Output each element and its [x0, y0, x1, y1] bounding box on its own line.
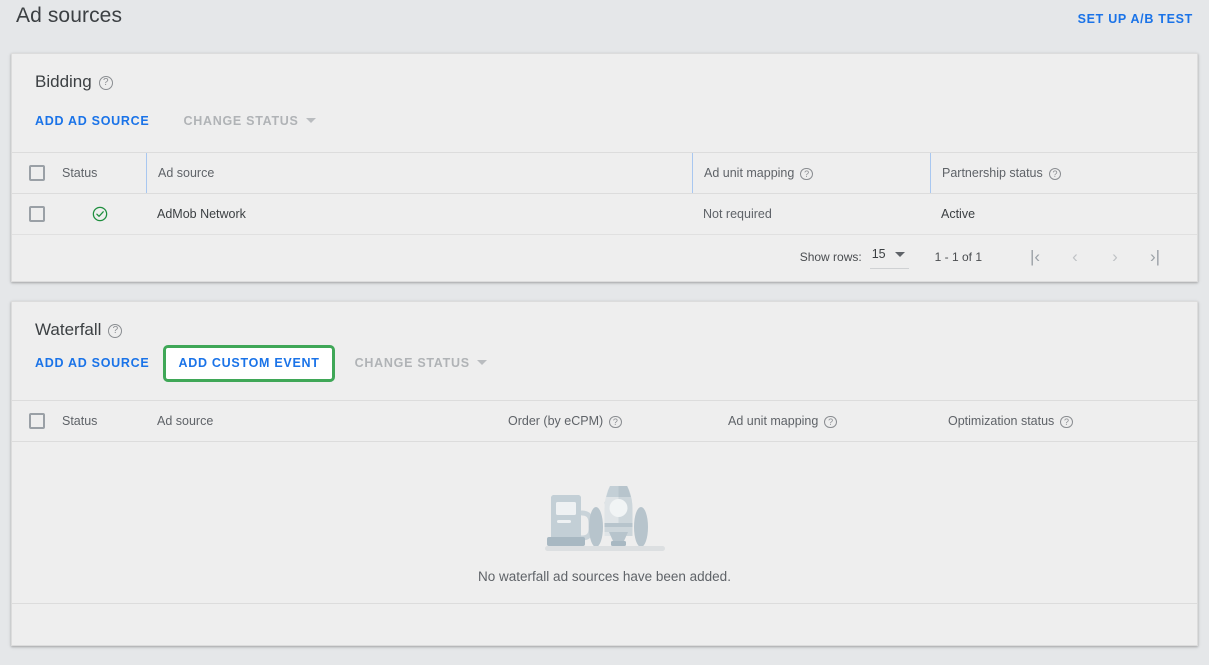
- waterfall-column-status[interactable]: Status: [62, 401, 146, 441]
- waterfall-column-order-ecpm[interactable]: Order (by eCPM) ?: [497, 401, 717, 441]
- row-status-cell: [62, 194, 146, 234]
- bidding-column-partnership-status-label: Partnership status: [942, 166, 1043, 180]
- bidding-card: Bidding ? ADD AD SOURCE CHANGE STATUS St…: [11, 53, 1198, 282]
- chevron-down-icon[interactable]: [476, 359, 487, 365]
- first-page-button[interactable]: |‹: [1015, 240, 1055, 274]
- select-all-checkbox[interactable]: [29, 413, 45, 429]
- chevron-down-icon[interactable]: [305, 117, 316, 123]
- waterfall-table-header: Status Ad source Order (by eCPM) ? Ad un…: [12, 400, 1197, 442]
- waterfall-section-title: Waterfall ?: [35, 320, 123, 340]
- ad-sources-page: Ad sources SET UP A/B TEST Bidding ? ADD…: [0, 0, 1209, 665]
- row-ad-unit-mapping: Not required: [703, 207, 772, 221]
- waterfall-column-ad-source[interactable]: Ad source: [146, 401, 497, 441]
- row-select-cell: [12, 206, 62, 222]
- bidding-table-header: Status Ad source Ad unit mapping ? Partn…: [12, 152, 1197, 194]
- bidding-actions: ADD AD SOURCE CHANGE STATUS: [35, 114, 316, 128]
- help-icon[interactable]: ?: [108, 324, 123, 338]
- set-up-ab-test-button[interactable]: SET UP A/B TEST: [1078, 12, 1193, 26]
- waterfall-select-all-cell: [12, 413, 62, 429]
- waterfall-actions: ADD AD SOURCE ADD CUSTOM EVENT CHANGE ST…: [35, 345, 487, 382]
- waterfall-column-ad-unit-mapping[interactable]: Ad unit mapping ?: [717, 401, 937, 441]
- bidding-title-text: Bidding: [35, 72, 92, 91]
- help-icon[interactable]: ?: [98, 76, 113, 90]
- show-rows-label: Show rows:: [799, 250, 862, 264]
- waterfall-card: Waterfall ? ADD AD SOURCE ADD CUSTOM EVE…: [11, 301, 1198, 646]
- bidding-column-ad-source[interactable]: Ad source: [146, 153, 692, 193]
- help-icon[interactable]: ?: [824, 415, 837, 429]
- waterfall-change-status-button[interactable]: CHANGE STATUS: [355, 356, 470, 370]
- bidding-select-all-cell: [12, 165, 62, 181]
- help-icon[interactable]: ?: [609, 415, 622, 429]
- help-icon[interactable]: ?: [1060, 415, 1073, 429]
- bidding-column-status[interactable]: Status: [62, 153, 146, 193]
- waterfall-title-text: Waterfall: [35, 320, 102, 339]
- row-partnership-status: Active: [941, 207, 976, 221]
- chevron-down-icon: [894, 251, 905, 257]
- bidding-column-partnership-status[interactable]: Partnership status ?: [930, 153, 1197, 193]
- waterfall-column-optimization-status[interactable]: Optimization status ?: [937, 401, 1197, 441]
- waterfall-pagination: [12, 442, 1197, 486]
- waterfall-table: Status Ad source Order (by eCPM) ? Ad un…: [12, 400, 1197, 604]
- page-title: Ad sources: [16, 4, 123, 27]
- previous-page-button[interactable]: ‹: [1055, 240, 1095, 274]
- waterfall-add-ad-source-button[interactable]: ADD AD SOURCE: [35, 356, 149, 370]
- bidding-column-ad-unit-mapping[interactable]: Ad unit mapping ?: [692, 153, 930, 193]
- last-page-button[interactable]: ›|: [1135, 240, 1175, 274]
- page-header: Ad sources SET UP A/B TEST: [0, 0, 1209, 46]
- bidding-add-ad-source-button[interactable]: ADD AD SOURCE: [35, 114, 149, 128]
- bidding-change-status-button[interactable]: CHANGE STATUS: [183, 114, 298, 128]
- waterfall-column-order-ecpm-label: Order (by eCPM): [508, 414, 604, 428]
- bidding-table: Status Ad source Ad unit mapping ? Partn…: [12, 152, 1197, 279]
- waterfall-add-custom-event-button[interactable]: ADD CUSTOM EVENT: [163, 345, 335, 382]
- waterfall-column-optimization-status-label: Optimization status: [948, 414, 1055, 428]
- next-page-button[interactable]: ›: [1095, 240, 1135, 274]
- rows-per-page-select[interactable]: 15: [869, 245, 909, 269]
- bidding-section-title: Bidding ?: [35, 72, 113, 92]
- help-icon[interactable]: ?: [1048, 167, 1062, 181]
- waterfall-column-ad-unit-mapping-label: Ad unit mapping: [728, 414, 819, 428]
- row-checkbox[interactable]: [29, 206, 45, 222]
- bidding-column-ad-unit-mapping-label: Ad unit mapping: [704, 166, 795, 180]
- rows-per-page-value: 15: [871, 247, 886, 261]
- status-active-check-icon: [92, 206, 108, 222]
- row-ad-source: AdMob Network: [157, 207, 246, 221]
- help-icon[interactable]: ?: [800, 167, 813, 181]
- table-row[interactable]: AdMob Network Not required Active: [12, 194, 1197, 235]
- pagination-range: 1 - 1 of 1: [934, 250, 982, 264]
- bidding-pagination: Show rows: 15 1 - 1 of 1 |‹ ‹ › ›|: [12, 235, 1197, 279]
- waterfall-empty-message: No waterfall ad sources have been added.: [478, 569, 731, 584]
- select-all-checkbox[interactable]: [29, 165, 45, 181]
